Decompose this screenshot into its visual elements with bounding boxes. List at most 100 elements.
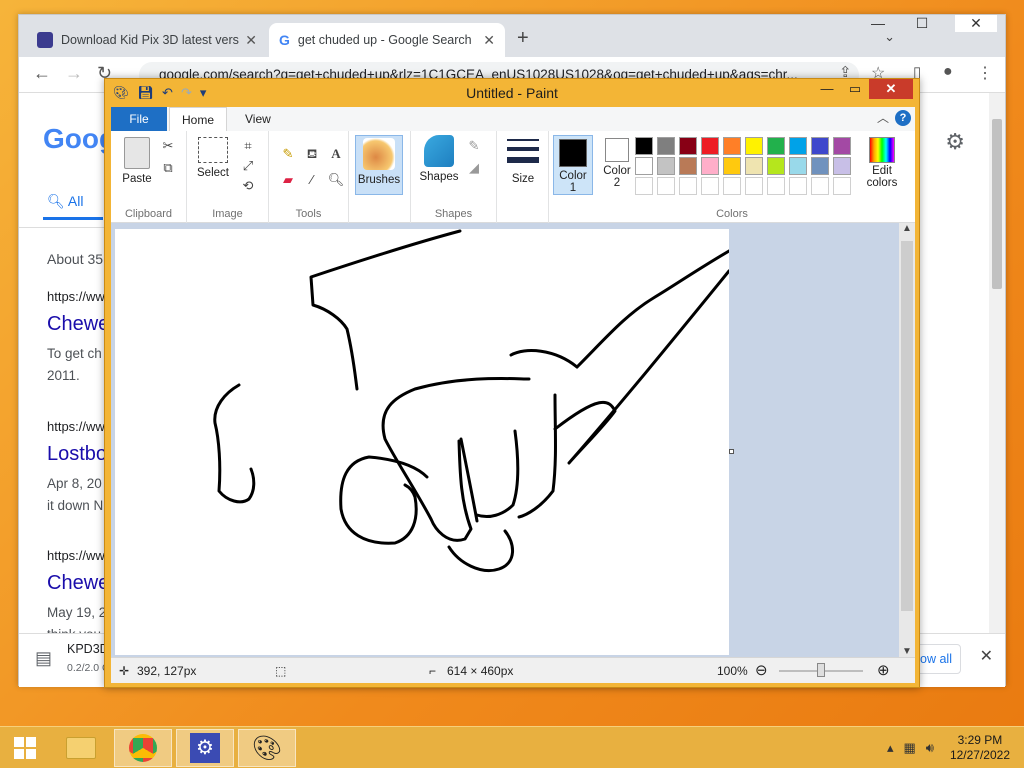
color-swatch[interactable] xyxy=(789,177,807,195)
color-swatch[interactable] xyxy=(657,137,675,155)
network-icon[interactable]: ▦ xyxy=(904,740,916,756)
page-scrollbar[interactable] xyxy=(989,93,1005,641)
color-swatch[interactable] xyxy=(767,177,785,195)
tab-kid-pix[interactable]: Download Kid Pix 3D latest versio ✕ xyxy=(27,23,267,57)
color-swatch[interactable] xyxy=(679,157,697,175)
color-swatch[interactable] xyxy=(833,177,851,195)
color-swatch[interactable] xyxy=(833,157,851,175)
result-url[interactable]: https://ww xyxy=(47,548,105,563)
maximize-button[interactable]: ▭ xyxy=(841,79,869,99)
crop-icon[interactable]: ⌗ xyxy=(239,137,257,155)
color-swatch[interactable] xyxy=(789,157,807,175)
pencil-icon[interactable]: ✎ xyxy=(279,145,297,163)
color-swatch[interactable] xyxy=(767,137,785,155)
zoom-slider-thumb[interactable] xyxy=(817,663,825,677)
rotate-icon[interactable]: ⟲ xyxy=(239,177,257,195)
result-title[interactable]: Chewe xyxy=(47,572,109,595)
color-swatch[interactable] xyxy=(723,137,741,155)
close-icon[interactable]: ✕ xyxy=(483,32,495,49)
color-swatch[interactable] xyxy=(833,137,851,155)
color1-button[interactable]: Color 1 xyxy=(553,135,593,195)
close-window-button[interactable]: ✕ xyxy=(869,79,913,99)
canvas-resize-handle[interactable] xyxy=(729,449,734,454)
color-swatch[interactable] xyxy=(811,157,829,175)
scroll-up-arrow-icon[interactable]: ▲ xyxy=(899,223,915,234)
brushes-button[interactable]: Brushes xyxy=(355,135,403,195)
edit-colors-button[interactable]: Edit colors xyxy=(857,137,907,189)
fill-bucket-icon[interactable]: ⛾ xyxy=(303,145,321,163)
result-title[interactable]: Lostbo xyxy=(47,443,107,466)
select-button[interactable]: Select xyxy=(193,137,233,179)
color-swatch[interactable] xyxy=(701,177,719,195)
tab-google-search[interactable]: G get chuded up - Google Search ✕ xyxy=(269,23,505,57)
resize-icon[interactable]: ⤢ xyxy=(239,157,257,175)
color-swatch[interactable] xyxy=(723,177,741,195)
color-swatch[interactable] xyxy=(745,137,763,155)
paste-button[interactable]: Paste xyxy=(117,137,157,185)
tab-view[interactable]: View xyxy=(233,107,283,131)
zoom-in-icon[interactable]: ⊕ xyxy=(877,661,890,679)
magnifier-icon[interactable]: 🔍︎ xyxy=(327,171,345,189)
minimize-button[interactable]: — xyxy=(867,15,889,32)
color-swatch[interactable] xyxy=(745,177,763,195)
settings-gear-icon[interactable]: ⚙ xyxy=(176,729,234,767)
color-swatch[interactable] xyxy=(745,157,763,175)
color2-button[interactable]: Color 2 xyxy=(597,138,637,189)
color-swatch[interactable] xyxy=(701,157,719,175)
scroll-thumb[interactable] xyxy=(901,241,913,611)
result-url[interactable]: https://ww xyxy=(47,289,105,304)
profile-avatar-icon[interactable]: ● xyxy=(943,63,953,81)
scroll-thumb[interactable] xyxy=(992,119,1002,289)
color-swatch[interactable] xyxy=(811,137,829,155)
color-swatch[interactable] xyxy=(767,157,785,175)
fill-icon[interactable]: ◢ xyxy=(465,159,483,177)
close-window-button[interactable]: ✕ xyxy=(955,15,997,32)
paint-taskbar-icon[interactable]: 🎨︎ xyxy=(238,729,296,767)
scroll-down-arrow-icon[interactable]: ▼ xyxy=(899,646,915,657)
shapes-button[interactable]: Shapes xyxy=(417,135,461,183)
chrome-icon[interactable] xyxy=(114,729,172,767)
ribbon-collapse-icon[interactable]: ︿ xyxy=(877,109,889,126)
settings-gear-icon[interactable]: ⚙ xyxy=(945,129,965,155)
maximize-button[interactable]: ☐ xyxy=(911,15,933,32)
result-url[interactable]: https://ww xyxy=(47,419,105,434)
clock[interactable]: 3:29 PM 12/27/2022 xyxy=(950,733,1010,763)
start-windows-icon[interactable] xyxy=(0,729,50,767)
forward-arrow-icon[interactable]: → xyxy=(65,63,83,84)
tab-all[interactable]: 🔍︎ All xyxy=(47,193,83,210)
color-swatch[interactable] xyxy=(723,157,741,175)
color-swatch[interactable] xyxy=(679,137,697,155)
result-title[interactable]: Chewe xyxy=(47,313,109,336)
color-swatch[interactable] xyxy=(811,177,829,195)
tray-chevron-icon[interactable]: ▴ xyxy=(887,740,894,756)
volume-icon[interactable]: 🔊︎ xyxy=(926,740,934,756)
color-swatch[interactable] xyxy=(635,157,653,175)
size-button[interactable]: Size xyxy=(503,139,543,185)
drawing-canvas[interactable] xyxy=(115,229,731,655)
eraser-icon[interactable]: ▰ xyxy=(279,171,297,189)
color-swatch[interactable] xyxy=(701,137,719,155)
color-swatch[interactable] xyxy=(635,137,653,155)
color-picker-icon[interactable]: ⁄ xyxy=(303,171,321,189)
menu-kebab-icon[interactable]: ⋮ xyxy=(977,63,993,83)
color-swatch[interactable] xyxy=(789,137,807,155)
color-swatch[interactable] xyxy=(657,157,675,175)
color-swatch[interactable] xyxy=(657,177,675,195)
text-tool-icon[interactable]: A xyxy=(327,145,345,163)
new-tab-button[interactable]: + xyxy=(517,27,529,50)
file-menu-button[interactable]: File xyxy=(111,107,167,131)
color-swatch[interactable] xyxy=(679,177,697,195)
cut-icon[interactable]: ✂ xyxy=(159,137,177,155)
file-explorer-icon[interactable] xyxy=(52,729,110,767)
tab-home[interactable]: Home xyxy=(169,107,228,131)
minimize-button[interactable]: — xyxy=(813,79,841,99)
download-filename[interactable]: KPD3D xyxy=(67,642,109,656)
back-arrow-icon[interactable]: ← xyxy=(33,63,51,84)
close-icon[interactable]: ✕ xyxy=(980,646,993,666)
copy-icon[interactable]: ⧉ xyxy=(159,159,177,177)
help-icon[interactable]: ? xyxy=(895,110,911,126)
zoom-out-icon[interactable]: ⊖ xyxy=(755,661,768,679)
color-swatch[interactable] xyxy=(635,177,653,195)
canvas-scrollbar[interactable]: ▲ ▼ xyxy=(899,223,915,657)
outline-icon[interactable]: ✎ xyxy=(465,137,483,155)
